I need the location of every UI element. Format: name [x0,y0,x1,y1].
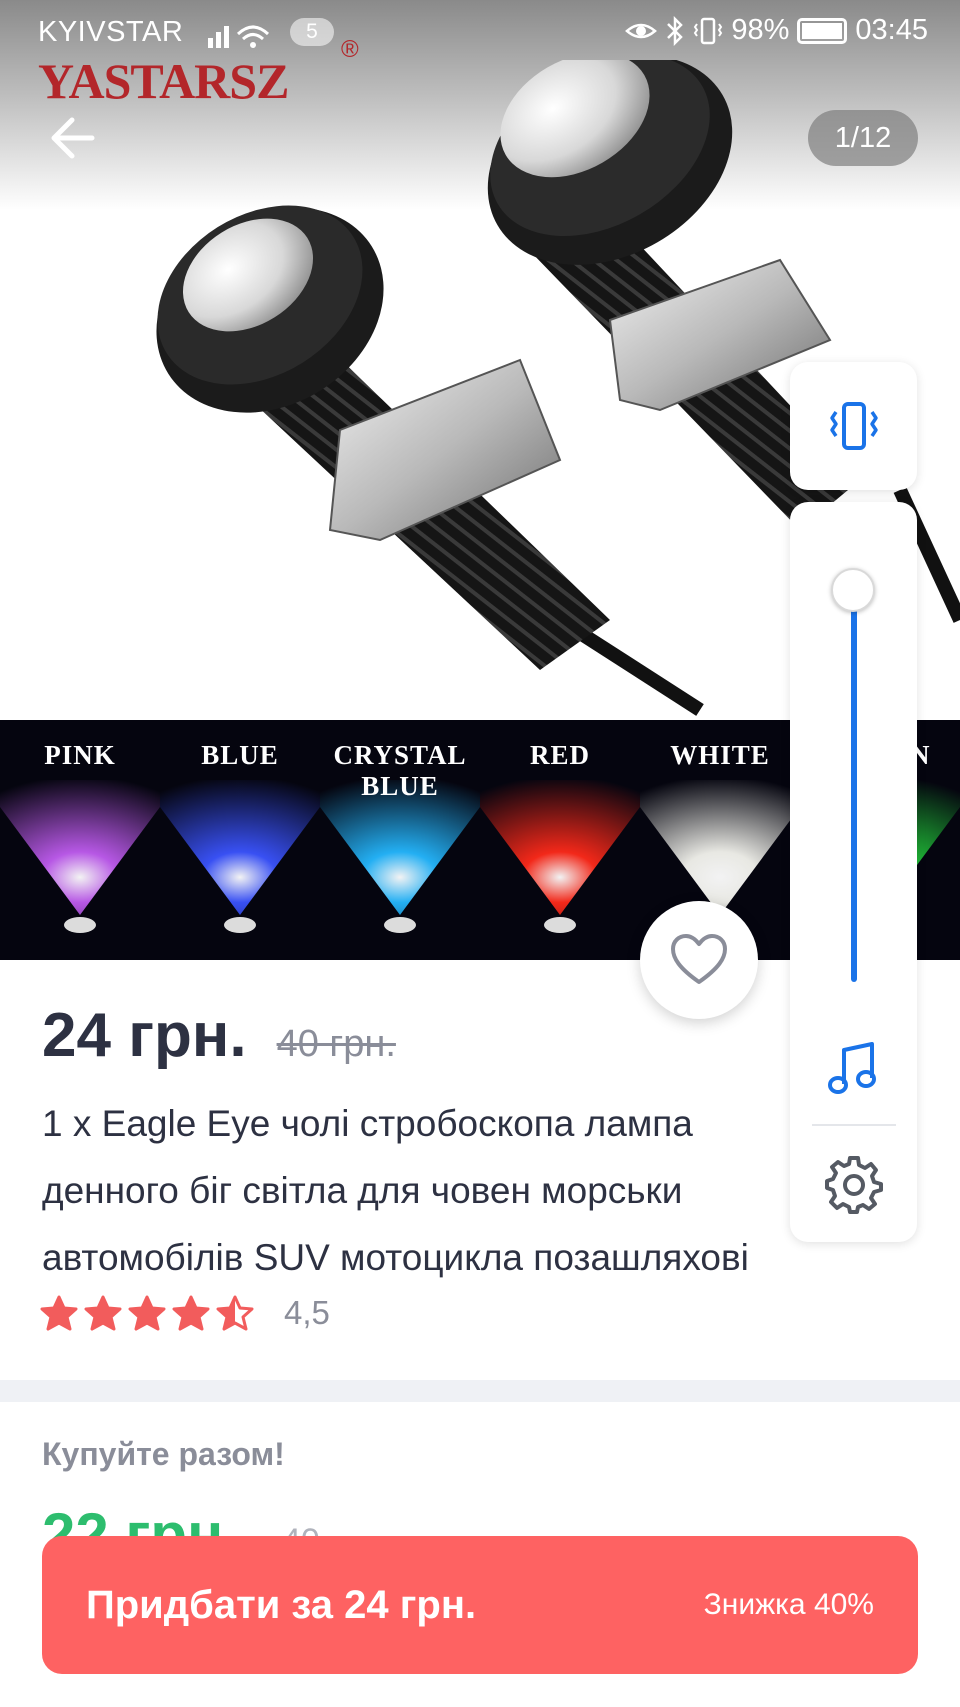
section-divider [0,1380,960,1402]
image-counter: 1/12 [808,110,918,166]
volume-slider-track[interactable] [851,582,857,982]
vibrate-mode-icon [829,402,878,450]
color-swatch-label: WHITE [670,740,770,770]
ringer-mode-button[interactable] [790,362,917,490]
discount-label: Знижка 40% [703,1588,874,1621]
gear-icon[interactable] [824,1154,884,1214]
battery-icon [797,17,848,44]
battery-percent: 98% [731,14,790,46]
star-full-icon [172,1295,210,1331]
status-bar: KYIVSTAR 5 98% 03:45 [0,0,960,68]
rating-value: 4,5 [284,1294,330,1331]
favorite-button[interactable] [640,901,758,1019]
buy-button-label: Придбати за 24 грн. [86,1582,477,1627]
buy-button[interactable]: Придбати за 24 грн. Знижка 40% [42,1536,918,1674]
color-swatch-label: RED [529,740,590,770]
star-full-icon [128,1295,166,1331]
back-arrow-icon[interactable] [46,110,102,166]
color-swatch-label: CRYSTAL BLUE [333,740,467,801]
color-swatch-red: RED [480,720,640,960]
bluetooth-icon [667,15,684,46]
notification-count-badge: 5 [290,18,334,46]
star-half-icon [216,1295,254,1331]
rating-stars [40,1295,254,1331]
price-row: 24 грн. 40 грн. [42,1000,396,1071]
volume-slider-thumb[interactable] [831,568,875,612]
color-swatch-label: BLUE [201,740,279,770]
carrier-name: KYIVSTAR [38,16,184,48]
star-full-icon [84,1295,122,1331]
music-note-icon[interactable] [824,1038,884,1098]
clock: 03:45 [855,14,928,46]
volume-panel-separator [812,1124,896,1126]
status-bar-right: 98% 03:45 [625,14,928,47]
color-swatch-blue: BLUE [160,720,320,960]
star-full-icon [40,1295,78,1331]
current-price: 24 грн. [42,1001,247,1070]
volume-panel [790,502,917,1242]
old-price: 40 грн. [276,1023,396,1065]
color-swatch-pink: PINK [0,720,160,960]
heart-icon [671,934,727,984]
product-title-line: автомобілів SUV мотоцикла позашляхові [42,1237,749,1278]
signal-wifi-icon [208,25,270,48]
color-swatch-label: PINK [44,740,116,770]
color-swatch-crystal-blue: CRYSTAL BLUE [320,720,480,960]
bundle-section-title: Купуйте разом! [42,1436,285,1472]
vibrate-icon [694,17,723,44]
eye-comfort-icon [625,23,658,38]
rating-row[interactable]: 4,5 [40,1294,330,1332]
